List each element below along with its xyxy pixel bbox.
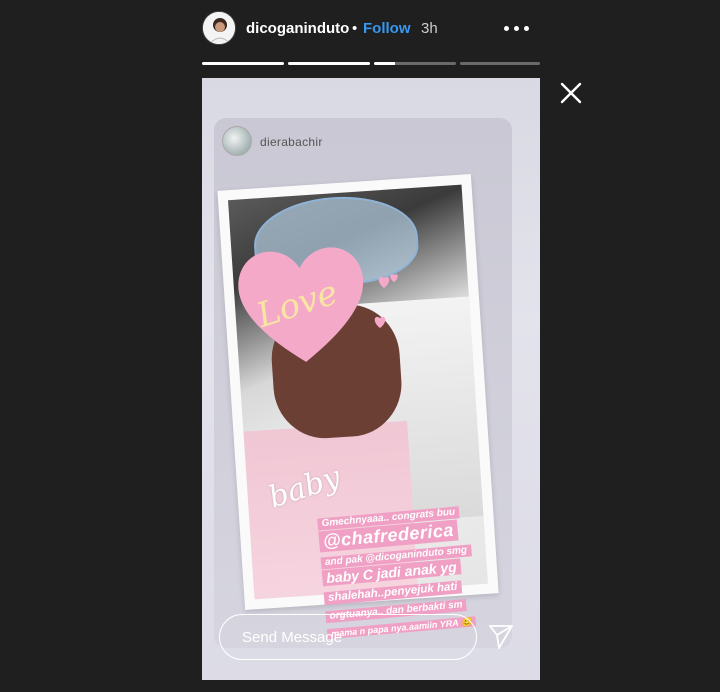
progress-segment-3 [374,62,456,65]
progress-fill [202,62,284,65]
avatar[interactable] [202,11,236,45]
progress-fill [288,62,370,65]
send-icon[interactable] [487,622,515,650]
profile-photo-icon [203,12,235,44]
love-heart-sticker: Love [227,227,390,376]
send-message-input[interactable]: Send Message [219,614,477,660]
separator-dot: • [352,20,358,37]
more-options-icon[interactable] [502,18,532,38]
close-icon[interactable] [558,80,584,106]
follow-button[interactable]: Follow [363,20,411,37]
repost-username: dierabachir [260,135,323,149]
progress-segment-4 [460,62,540,65]
progress-segment-1 [202,62,284,65]
progress-fill [374,62,395,65]
small-hearts-icon [374,274,398,328]
progress-segment-2 [288,62,370,65]
message-placeholder: Send Message [242,629,343,646]
username[interactable]: dicoganinduto [246,20,349,37]
repost-avatar [222,126,252,156]
story-header: dicoganinduto • Follow 3h [202,8,542,48]
time-ago: 3h [421,20,438,37]
